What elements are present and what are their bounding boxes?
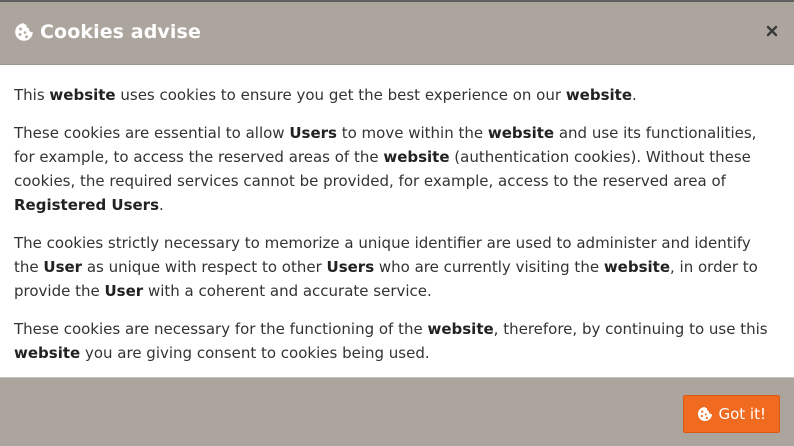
got-it-label: Got it! [718,405,766,423]
dialog-body: This website uses cookies to ensure you … [0,65,794,377]
cookie-dialog: Cookies advise This website uses cookies… [0,0,794,446]
bold-text: User [43,258,83,276]
dialog-footer: Got it! [0,377,794,446]
cookie-icon [14,22,34,42]
bold-text: website [383,148,450,166]
text-run: . [632,86,637,104]
bold-text: website [14,344,81,362]
text-run: who are currently visiting the [374,258,604,276]
close-button[interactable] [765,23,779,37]
text-run: uses cookies to ensure you get the best … [115,86,566,104]
cookie-icon [697,406,713,422]
text-run: This [14,86,50,104]
text-run: to move within the [336,124,488,142]
dialog-title: Cookies advise [14,21,201,43]
bold-text: website [427,320,494,338]
bold-text: Users [289,124,337,142]
text-run: These cookies are necessary for the func… [14,320,428,338]
bold-text: Users [326,258,375,276]
paragraph-4: These cookies are necessary for the func… [14,317,780,365]
dialog-header: Cookies advise [0,2,794,65]
dialog-title-text: Cookies advise [40,21,201,43]
bold-text: Registered Users [14,196,160,214]
paragraph-3: The cookies strictly necessary to memori… [14,231,780,303]
close-icon [766,25,778,37]
bold-text: website [49,86,116,104]
bold-text: website [565,86,632,104]
bold-text: User [104,282,144,300]
text-run: you are giving consent to cookies being … [80,344,430,362]
paragraph-2: These cookies are essential to allow Use… [14,121,780,217]
text-run: as unique with respect to other [82,258,327,276]
text-run: with a coherent and accurate service. [143,282,432,300]
bold-text: website [487,124,555,142]
paragraph-1: This website uses cookies to ensure you … [14,83,780,107]
got-it-button[interactable]: Got it! [683,395,780,433]
text-run: These cookies are essential to allow [14,124,290,142]
bold-text: website [603,258,671,276]
text-run: , therefore, by continuing to use this [493,320,768,338]
text-run: . [159,196,164,214]
